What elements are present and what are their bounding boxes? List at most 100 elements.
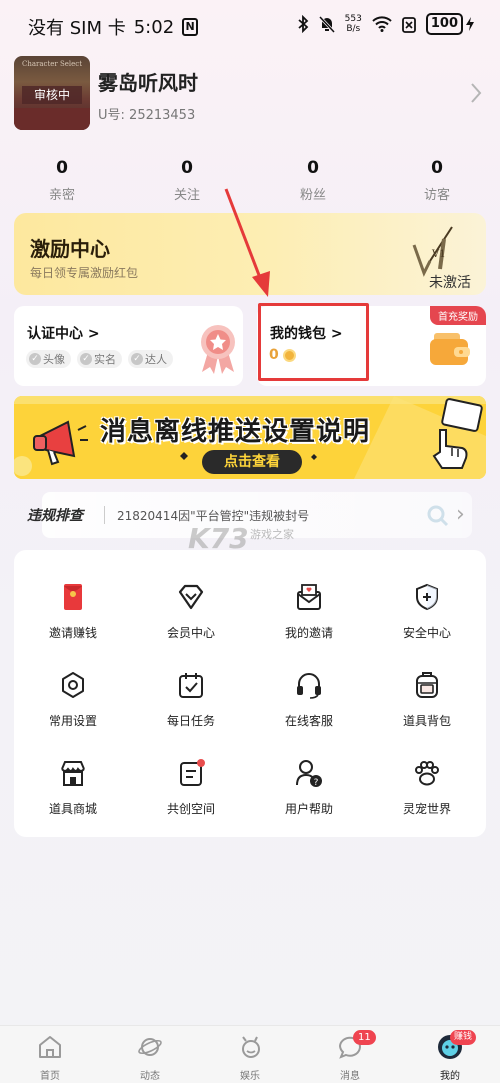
grid-label: 我的邀请 [284, 626, 333, 640]
avatar-review-status: 审核中 [22, 86, 82, 104]
nfc-icon: N [182, 18, 199, 36]
stat-label: 关注 [173, 188, 200, 203]
check-icon: ✓ [131, 353, 143, 365]
grid-label: 道具商城 [48, 802, 97, 816]
calendar-check-icon [179, 673, 203, 698]
invitation-mail-icon [297, 584, 321, 610]
banner-view-button[interactable]: 点击查看 [202, 450, 302, 474]
username: 雾岛听风时 [98, 71, 198, 95]
user-help-icon: ? [296, 760, 322, 788]
first-recharge-ribbon: 首充奖励 [430, 306, 486, 325]
search-icon [427, 505, 449, 527]
stat-fans[interactable]: 0 粉丝 [268, 158, 358, 203]
carrier-text: 没有 SIM 卡 [28, 18, 126, 39]
check-icon: ✓ [29, 353, 41, 365]
medal-icon [201, 325, 235, 374]
battery: 100 [425, 13, 474, 35]
grid-label: 共创空间 [166, 802, 215, 816]
tag-expert: ✓ 达人 [128, 350, 173, 368]
nav-label: 动态 [140, 1071, 160, 1082]
diamond-icon [178, 584, 204, 610]
svg-text:?: ? [314, 778, 319, 788]
nav-label: 首页 [40, 1071, 60, 1082]
nav-home[interactable]: 首页 [20, 1034, 80, 1082]
wifi-icon [372, 16, 392, 32]
net-speed: 553 B/s [345, 14, 362, 34]
grid-label: 会员中心 [166, 626, 215, 640]
certification-title: 认证中心 > [27, 326, 100, 342]
avatar-footer [14, 108, 90, 130]
grid-item-daily-tasks[interactable]: 每日任务 [132, 670, 250, 750]
stat-label: 粉丝 [299, 188, 326, 203]
wallet-icon [430, 333, 470, 365]
stat-value: 0 [181, 158, 193, 178]
grid-label: 灵宠世界 [402, 802, 451, 816]
store-icon [61, 761, 85, 786]
tag-label: 达人 [145, 353, 167, 366]
grid-label: 每日任务 [166, 714, 215, 728]
pointing-hand-icon [432, 429, 468, 469]
stat-visitors[interactable]: 0 访客 [392, 158, 482, 203]
status-right: 553 B/s 100 [297, 13, 474, 35]
grid-label: 安全中心 [402, 626, 451, 640]
grid-item-item-backpack[interactable]: 道具背包 [368, 670, 486, 750]
avatar-caption: Character Select [21, 60, 83, 68]
nav-messages[interactable]: 消息 11 [320, 1030, 380, 1082]
nav-label: 娱乐 [240, 1071, 260, 1082]
notes-icon [180, 759, 205, 786]
grid-item-item-store[interactable]: 道具商城 [14, 758, 132, 838]
backpack-icon [416, 672, 438, 698]
nav-entertainment[interactable]: 娱乐 [220, 1034, 280, 1082]
tag-label: 实名 [94, 353, 116, 366]
uid-label: U号: [98, 108, 125, 123]
uid-value: 25213453 [129, 108, 196, 123]
stat-label: 亲密 [48, 188, 75, 203]
chevron-right-icon: › [456, 502, 465, 527]
paw-icon [415, 761, 439, 786]
grid-item-vip-center[interactable]: 会员中心 [132, 582, 250, 662]
nav-profile[interactable]: 我的 赚钱 [420, 1030, 480, 1082]
incentive-status: 未激活 [429, 275, 471, 291]
stat-following[interactable]: 0 关注 [142, 158, 232, 203]
vip-badge-text: V1 [431, 249, 446, 260]
avatar[interactable]: Character Select 审核中 [14, 56, 90, 130]
grid-item-pet-world[interactable]: 灵宠世界 [368, 758, 486, 838]
stat-value: 0 [431, 158, 443, 178]
grid-item-security-center[interactable]: 安全中心 [368, 582, 486, 662]
tag-label: 头像 [43, 353, 65, 366]
grid-item-invite-earn[interactable]: 邀请赚钱 [14, 582, 132, 662]
grid-label: 邀请赚钱 [48, 626, 97, 640]
nav-label: 消息 [340, 1071, 360, 1082]
message-count-badge: 11 [353, 1030, 376, 1045]
net-speed-unit: B/s [346, 24, 361, 34]
megaphone-icon [33, 420, 88, 466]
shield-icon [416, 583, 438, 611]
profile-chevron-icon[interactable] [466, 80, 486, 106]
grid-item-online-support[interactable]: 在线客服 [250, 670, 368, 750]
home-icon [39, 1036, 61, 1058]
grid-item-common-settings[interactable]: 常用设置 [14, 670, 132, 750]
settings-icon [62, 672, 84, 698]
check-icon: ✓ [80, 353, 92, 365]
mute-bell-icon [318, 15, 335, 33]
grid-item-user-help[interactable]: ? 用户帮助 [250, 758, 368, 838]
certification-center-card[interactable]: 认证中心 > ✓ 头像 ✓ 实名 ✓ 达人 [14, 306, 243, 386]
net-speed-value: 553 [344, 14, 362, 24]
nav-feed[interactable]: 动态 [120, 1034, 180, 1082]
grid-item-co-creation-space[interactable]: 共创空间 [132, 758, 250, 838]
headset-icon [297, 673, 321, 699]
grid-item-my-invitations[interactable]: 我的邀请 [250, 582, 368, 662]
entertainment-icon [242, 1036, 260, 1058]
wallet-highlight-box [258, 303, 369, 381]
charging-icon [466, 17, 474, 31]
stat-value: 0 [307, 158, 319, 178]
grid-label: 在线客服 [284, 714, 333, 728]
push-settings-banner[interactable]: 消息离线推送设置说明 点击查看 [14, 396, 486, 479]
stat-intimacy[interactable]: 0 亲密 [17, 158, 107, 203]
tag-realname: ✓ 实名 [77, 350, 122, 368]
bottom-nav: 首页 动态 娱乐 消息 11 我的 赚钱 [0, 1025, 500, 1083]
stat-value: 0 [56, 158, 68, 178]
red-envelope-icon [64, 584, 82, 610]
incentive-subtitle: 每日领专属激励红包 [30, 266, 139, 280]
site-watermark-sub: 游戏之家 [250, 528, 294, 541]
